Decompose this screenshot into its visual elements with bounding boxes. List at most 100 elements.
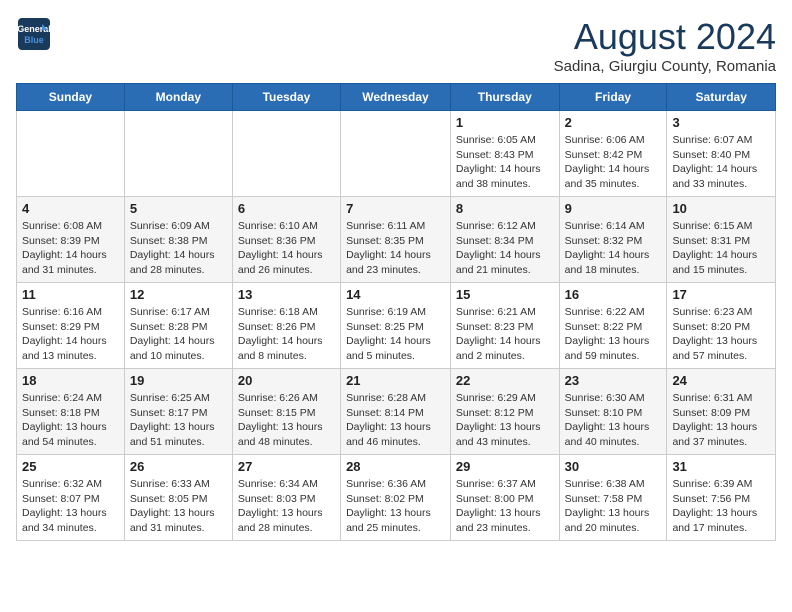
calendar-cell: 20 Sunrise: 6:26 AMSunset: 8:15 PMDayligh… (232, 369, 340, 455)
day-number: 2 (565, 115, 662, 130)
day-number: 31 (672, 459, 770, 474)
calendar-cell: 29Sunrise: 6:37 AMSunset: 8:00 PMDayligh… (450, 455, 559, 541)
day-info: Sunrise: 6:16 AMSunset: 8:29 PMDaylight:… (22, 305, 119, 364)
col-tuesday: Tuesday (232, 84, 340, 111)
day-info: Sunrise: 6:28 AMSunset: 8:14 PMDaylight:… (346, 391, 445, 450)
day-number: 28 (346, 459, 445, 474)
day-info: Sunrise: 6:38 AMSunset: 7:58 PMDaylight:… (565, 477, 662, 536)
day-info: Sunrise: 6:31 AMSunset: 8:09 PMDaylight:… (672, 391, 770, 450)
day-number: 25 (22, 459, 119, 474)
day-info: Sunrise: 6:32 AMSunset: 8:07 PMDaylight:… (22, 477, 119, 536)
calendar-cell: 18 Sunrise: 6:24 AMSunset: 8:18 PMDayligh… (17, 369, 125, 455)
calendar-cell: 31 Sunrise: 6:39 AMSunset: 7:56 PMDayligh… (667, 455, 776, 541)
day-info: Sunrise: 6:34 AMSunset: 8:03 PMDaylight:… (238, 477, 335, 536)
col-saturday: Saturday (667, 84, 776, 111)
calendar-cell: 30 Sunrise: 6:38 AMSunset: 7:58 PMDayligh… (559, 455, 667, 541)
day-info: Sunrise: 6:18 AMSunset: 8:26 PMDaylight:… (238, 305, 335, 364)
calendar-cell (124, 111, 232, 197)
calendar-cell: 13 Sunrise: 6:18 AMSunset: 8:26 PMDayligh… (232, 283, 340, 369)
day-info: Sunrise: 6:26 AMSunset: 8:15 PMDaylight:… (238, 391, 335, 450)
day-number: 14 (346, 287, 445, 302)
day-number: 10 (672, 201, 770, 216)
day-info: Sunrise: 6:15 AMSunset: 8:31 PMDaylight:… (672, 219, 770, 278)
col-thursday: Thursday (450, 84, 559, 111)
calendar-cell: 8 Sunrise: 6:12 AMSunset: 8:34 PMDaylight… (450, 197, 559, 283)
day-number: 27 (238, 459, 335, 474)
day-number: 1 (456, 115, 554, 130)
day-info: Sunrise: 6:09 AMSunset: 8:38 PMDaylight:… (130, 219, 227, 278)
day-number: 29 (456, 459, 554, 474)
day-info: Sunrise: 6:33 AMSunset: 8:05 PMDaylight:… (130, 477, 227, 536)
calendar-cell: 27 Sunrise: 6:34 AMSunset: 8:03 PMDayligh… (232, 455, 340, 541)
calendar-cell (17, 111, 125, 197)
day-info: Sunrise: 6:21 AMSunset: 8:23 PMDaylight:… (456, 305, 554, 364)
day-info: Sunrise: 6:24 AMSunset: 8:18 PMDaylight:… (22, 391, 119, 450)
calendar-cell (341, 111, 451, 197)
title-block: August 2024 Sadina, Giurgiu County, Roma… (554, 16, 776, 75)
calendar-cell: 24 Sunrise: 6:31 AMSunset: 8:09 PMDayligh… (667, 369, 776, 455)
calendar-week-row: 18 Sunrise: 6:24 AMSunset: 8:18 PMDayligh… (17, 369, 776, 455)
day-info: Sunrise: 6:22 AMSunset: 8:22 PMDaylight:… (565, 305, 662, 364)
calendar-cell: 16 Sunrise: 6:22 AMSunset: 8:22 PMDayligh… (559, 283, 667, 369)
calendar-cell (232, 111, 340, 197)
col-sunday: Sunday (17, 84, 125, 111)
day-number: 20 (238, 373, 335, 388)
day-info: Sunrise: 6:29 AMSunset: 8:12 PMDaylight:… (456, 391, 554, 450)
location-subtitle: Sadina, Giurgiu County, Romania (554, 58, 776, 75)
calendar-cell: 5 Sunrise: 6:09 AMSunset: 8:38 PMDaylight… (124, 197, 232, 283)
day-info: Sunrise: 6:39 AMSunset: 7:56 PMDaylight:… (672, 477, 770, 536)
day-number: 8 (456, 201, 554, 216)
day-number: 22 (456, 373, 554, 388)
calendar-header-row: Sunday Monday Tuesday Wednesday Thursday… (17, 84, 776, 111)
calendar-cell: 25 Sunrise: 6:32 AMSunset: 8:07 PMDayligh… (17, 455, 125, 541)
col-wednesday: Wednesday (341, 84, 451, 111)
calendar-cell: 17 Sunrise: 6:23 AMSunset: 8:20 PMDayligh… (667, 283, 776, 369)
calendar-week-row: 1Sunrise: 6:05 AMSunset: 8:43 PMDaylight… (17, 111, 776, 197)
month-year-title: August 2024 (554, 16, 776, 58)
day-info: Sunrise: 6:36 AMSunset: 8:02 PMDaylight:… (346, 477, 445, 536)
calendar-cell: 9 Sunrise: 6:14 AMSunset: 8:32 PMDaylight… (559, 197, 667, 283)
calendar-cell: 2 Sunrise: 6:06 AMSunset: 8:42 PMDaylight… (559, 111, 667, 197)
day-number: 18 (22, 373, 119, 388)
calendar-cell: 21 Sunrise: 6:28 AMSunset: 8:14 PMDayligh… (341, 369, 451, 455)
col-monday: Monday (124, 84, 232, 111)
calendar-cell: 12Sunrise: 6:17 AMSunset: 8:28 PMDayligh… (124, 283, 232, 369)
calendar-cell: 23 Sunrise: 6:30 AMSunset: 8:10 PMDayligh… (559, 369, 667, 455)
day-number: 17 (672, 287, 770, 302)
day-number: 30 (565, 459, 662, 474)
day-number: 21 (346, 373, 445, 388)
calendar-cell: 26Sunrise: 6:33 AMSunset: 8:05 PMDayligh… (124, 455, 232, 541)
day-info: Sunrise: 6:30 AMSunset: 8:10 PMDaylight:… (565, 391, 662, 450)
day-info: Sunrise: 6:06 AMSunset: 8:42 PMDaylight:… (565, 133, 662, 192)
day-info: Sunrise: 6:08 AMSunset: 8:39 PMDaylight:… (22, 219, 119, 278)
calendar-cell: 1Sunrise: 6:05 AMSunset: 8:43 PMDaylight… (450, 111, 559, 197)
calendar-cell: 14 Sunrise: 6:19 AMSunset: 8:25 PMDayligh… (341, 283, 451, 369)
day-info: Sunrise: 6:19 AMSunset: 8:25 PMDaylight:… (346, 305, 445, 364)
calendar-table: Sunday Monday Tuesday Wednesday Thursday… (16, 83, 776, 541)
day-info: Sunrise: 6:14 AMSunset: 8:32 PMDaylight:… (565, 219, 662, 278)
calendar-cell: 7Sunrise: 6:11 AMSunset: 8:35 PMDaylight… (341, 197, 451, 283)
calendar-week-row: 11 Sunrise: 6:16 AMSunset: 8:29 PMDayligh… (17, 283, 776, 369)
day-number: 23 (565, 373, 662, 388)
day-info: Sunrise: 6:25 AMSunset: 8:17 PMDaylight:… (130, 391, 227, 450)
day-number: 6 (238, 201, 335, 216)
day-info: Sunrise: 6:12 AMSunset: 8:34 PMDaylight:… (456, 219, 554, 278)
calendar-cell: 3Sunrise: 6:07 AMSunset: 8:40 PMDaylight… (667, 111, 776, 197)
calendar-week-row: 25 Sunrise: 6:32 AMSunset: 8:07 PMDayligh… (17, 455, 776, 541)
day-number: 11 (22, 287, 119, 302)
day-info: Sunrise: 6:11 AMSunset: 8:35 PMDaylight:… (346, 219, 445, 278)
day-info: Sunrise: 6:23 AMSunset: 8:20 PMDaylight:… (672, 305, 770, 364)
calendar-week-row: 4Sunrise: 6:08 AMSunset: 8:39 PMDaylight… (17, 197, 776, 283)
day-number: 9 (565, 201, 662, 216)
day-number: 5 (130, 201, 227, 216)
day-number: 16 (565, 287, 662, 302)
col-friday: Friday (559, 84, 667, 111)
day-number: 19 (130, 373, 227, 388)
logo-icon: General Blue (16, 16, 52, 52)
calendar-cell: 6 Sunrise: 6:10 AMSunset: 8:36 PMDaylight… (232, 197, 340, 283)
day-number: 13 (238, 287, 335, 302)
day-number: 12 (130, 287, 227, 302)
day-number: 24 (672, 373, 770, 388)
day-number: 15 (456, 287, 554, 302)
day-info: Sunrise: 6:10 AMSunset: 8:36 PMDaylight:… (238, 219, 335, 278)
